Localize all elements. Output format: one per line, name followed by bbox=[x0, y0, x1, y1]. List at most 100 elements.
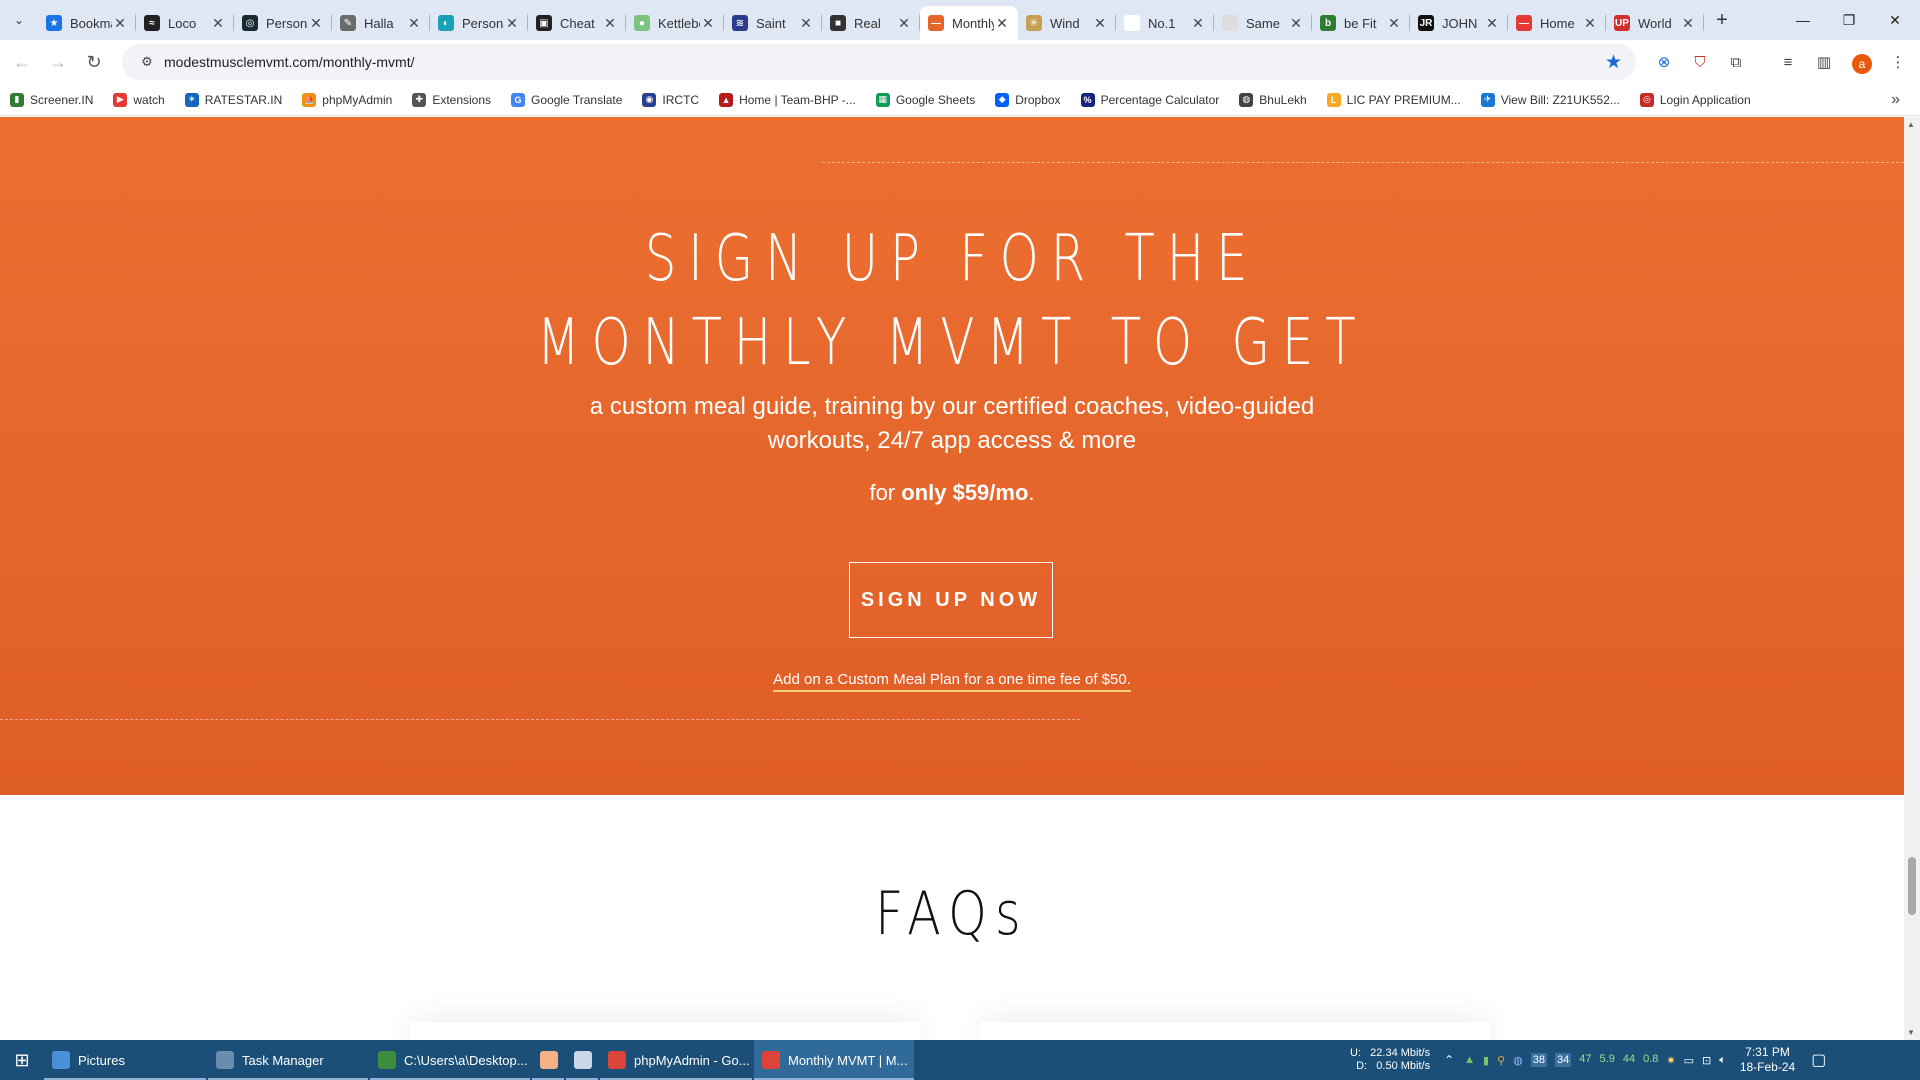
tab[interactable]: ✳ Wind ✕ bbox=[1018, 6, 1116, 40]
tab-close-icon[interactable]: ✕ bbox=[1288, 15, 1304, 32]
taskbar-app[interactable]: Task Manager bbox=[208, 1040, 368, 1080]
bookmark-item[interactable]: ◆ Dropbox bbox=[995, 92, 1061, 107]
tab[interactable]: ■ Real ✕ bbox=[822, 6, 920, 40]
taskbar-app[interactable] bbox=[532, 1040, 564, 1080]
taskbar-app[interactable]: Pictures bbox=[44, 1040, 206, 1080]
shield-icon[interactable]: ⛉ bbox=[1688, 50, 1712, 74]
bookmark-star-icon[interactable]: ★ bbox=[1605, 51, 1622, 74]
battery-icon[interactable]: ▭ bbox=[1684, 1054, 1694, 1067]
bookmark-item[interactable]: ▶ watch bbox=[113, 92, 165, 107]
tab[interactable]: ≈ Loco ✕ bbox=[136, 6, 234, 40]
tab-close-icon[interactable]: ✕ bbox=[798, 15, 814, 32]
tab-close-icon[interactable]: ✕ bbox=[602, 15, 618, 32]
new-tab-plus-icon[interactable]: + bbox=[1704, 0, 1740, 40]
tray-chevron-icon[interactable]: ⌃ bbox=[1444, 1053, 1454, 1067]
network-icon[interactable]: ⊡ bbox=[1702, 1054, 1711, 1067]
tab-close-icon[interactable]: ✕ bbox=[896, 15, 912, 32]
tab-close-icon[interactable]: ✕ bbox=[994, 15, 1010, 32]
tab[interactable]: ▣ Cheat ✕ bbox=[528, 6, 626, 40]
meal-plan-addon-link[interactable]: Add on a Custom Meal Plan for a one time… bbox=[773, 671, 1131, 692]
tab-search-chevron-icon[interactable]: ⌄ bbox=[0, 0, 38, 40]
restore-icon[interactable]: ❐ bbox=[1826, 0, 1872, 40]
tab-close-icon[interactable]: ✕ bbox=[700, 15, 716, 32]
extension-icon[interactable]: ⊗ bbox=[1652, 50, 1676, 74]
tab-close-icon[interactable]: ✕ bbox=[210, 15, 226, 32]
tab-close-icon[interactable]: ✕ bbox=[308, 15, 324, 32]
minimize-icon[interactable]: — bbox=[1780, 0, 1826, 40]
scroll-down-icon[interactable]: ▼ bbox=[1907, 1028, 1915, 1037]
site-info-icon[interactable]: ⚙ bbox=[130, 54, 164, 70]
side-panel-icon[interactable]: ▥ bbox=[1812, 50, 1836, 74]
scroll-thumb[interactable] bbox=[1908, 857, 1916, 915]
tab-close-icon[interactable]: ✕ bbox=[406, 15, 422, 32]
reload-icon[interactable]: ↻ bbox=[76, 44, 112, 80]
bookmark-item[interactable]: L LIC PAY PREMIUM... bbox=[1326, 92, 1461, 107]
avatar[interactable]: a bbox=[1852, 54, 1872, 74]
kebab-menu-icon[interactable]: ⋮ bbox=[1886, 50, 1910, 74]
clock[interactable]: 7:31 PM 18-Feb-24 bbox=[1740, 1045, 1795, 1075]
taskbar-app[interactable]: C:\Users\a\Desktop... bbox=[370, 1040, 530, 1080]
bookmark-item[interactable]: ◉ IRCTC bbox=[642, 92, 699, 107]
bookmark-item[interactable]: ✚ Extensions bbox=[412, 92, 491, 107]
bookmark-item[interactable]: ⛵ phpMyAdmin bbox=[302, 92, 392, 107]
taskbar-app[interactable] bbox=[566, 1040, 598, 1080]
taskbar-app[interactable]: Monthly MVMT | M... bbox=[754, 1040, 914, 1080]
notepad-icon bbox=[378, 1051, 396, 1069]
tray-app-icon[interactable]: ▮ bbox=[1483, 1054, 1489, 1067]
app-icon bbox=[540, 1051, 558, 1069]
sign-up-now-button[interactable]: SIGN UP NOW bbox=[849, 562, 1053, 638]
tab-close-icon[interactable]: ✕ bbox=[1582, 15, 1598, 32]
forward-arrow-icon[interactable]: → bbox=[40, 44, 76, 80]
close-window-icon[interactable]: ✕ bbox=[1872, 0, 1918, 40]
media-icon[interactable]: ≡ bbox=[1776, 50, 1800, 74]
scroll-up-icon[interactable]: ▲ bbox=[1907, 120, 1915, 129]
notifications-icon[interactable]: ▢ bbox=[1811, 1050, 1826, 1070]
tab-active[interactable]: — Monthly MVMT✕ bbox=[920, 6, 1018, 40]
tab[interactable]: No.1 ✕ bbox=[1116, 6, 1214, 40]
tab-close-icon[interactable]: ✕ bbox=[1484, 15, 1500, 32]
price-line: for only $59/mo. bbox=[0, 480, 1904, 506]
address-bar[interactable]: ⚙ modestmusclemvmt.com/monthly-mvmt/ ★ bbox=[122, 44, 1636, 80]
tab-close-icon[interactable]: ✕ bbox=[1092, 15, 1108, 32]
bookmark-item[interactable]: ✈ View Bill: Z21UK552... bbox=[1480, 92, 1620, 107]
tab[interactable]: ● Kettlebell✕ bbox=[626, 6, 724, 40]
tray-app-icon[interactable]: ✷ bbox=[1666, 1054, 1675, 1067]
bookmark-item[interactable]: ✶ RATESTAR.IN bbox=[184, 92, 282, 107]
profile-avatar[interactable]: a bbox=[1850, 52, 1874, 76]
bookmark-item[interactable]: ▮ Screener.IN bbox=[10, 92, 93, 107]
tab-close-icon[interactable]: ✕ bbox=[1190, 15, 1206, 32]
windows-start-icon[interactable]: ⊞ bbox=[0, 1040, 44, 1080]
tab-close-icon[interactable]: ✕ bbox=[1386, 15, 1402, 32]
bookmark-item[interactable]: ◍ BhuLekh bbox=[1239, 92, 1307, 107]
address-url[interactable]: modestmusclemvmt.com/monthly-mvmt/ bbox=[164, 54, 414, 70]
bookmark-item[interactable]: ◎ Login Application bbox=[1639, 92, 1751, 107]
bookmark-item[interactable]: % Percentage Calculator bbox=[1080, 92, 1219, 107]
tab[interactable]: UP World ✕ bbox=[1606, 6, 1704, 40]
tab[interactable]: ◐ Personal✕ bbox=[430, 6, 528, 40]
page-scrollbar[interactable]: ▲ ▼ bbox=[1904, 117, 1920, 1040]
tab-close-icon[interactable]: ✕ bbox=[504, 15, 520, 32]
puzzle-icon[interactable]: ⧉ bbox=[1724, 50, 1748, 74]
tab[interactable]: JR JOHN ✕ bbox=[1410, 6, 1508, 40]
tab[interactable]: ≋ Saint ✕ bbox=[724, 6, 822, 40]
tab[interactable]: ◎ Personal✕ bbox=[234, 6, 332, 40]
bookmark-item[interactable]: ▦ Google Sheets bbox=[875, 92, 975, 107]
bookmarks-overflow-icon[interactable]: » bbox=[1891, 91, 1900, 109]
bookmark-label: watch bbox=[133, 92, 165, 107]
tab[interactable]: — Home ✕ bbox=[1508, 6, 1606, 40]
tray-app-icon[interactable]: ▲ bbox=[1464, 1054, 1475, 1066]
search-icon[interactable]: ⚲ bbox=[1497, 1054, 1505, 1067]
volume-icon[interactable]: 🔈︎ bbox=[1719, 1054, 1726, 1067]
taskbar-app[interactable]: phpMyAdmin - Go... bbox=[600, 1040, 752, 1080]
tab[interactable]: Same ✕ bbox=[1214, 6, 1312, 40]
globe-icon[interactable]: ◍ bbox=[1513, 1054, 1523, 1067]
net-up-label: U: bbox=[1350, 1047, 1361, 1059]
bookmark-item[interactable]: ▲ Home | Team-BHP -... bbox=[719, 92, 856, 107]
bookmark-item[interactable]: G Google Translate bbox=[511, 92, 622, 107]
tab[interactable]: ★ Bookmarks✕ bbox=[38, 6, 136, 40]
back-arrow-icon[interactable]: ← bbox=[4, 44, 40, 80]
tab[interactable]: b be Fit ✕ bbox=[1312, 6, 1410, 40]
tab-close-icon[interactable]: ✕ bbox=[1680, 15, 1696, 32]
tab-close-icon[interactable]: ✕ bbox=[112, 15, 128, 32]
tab[interactable]: ✎ Halla ✕ bbox=[332, 6, 430, 40]
